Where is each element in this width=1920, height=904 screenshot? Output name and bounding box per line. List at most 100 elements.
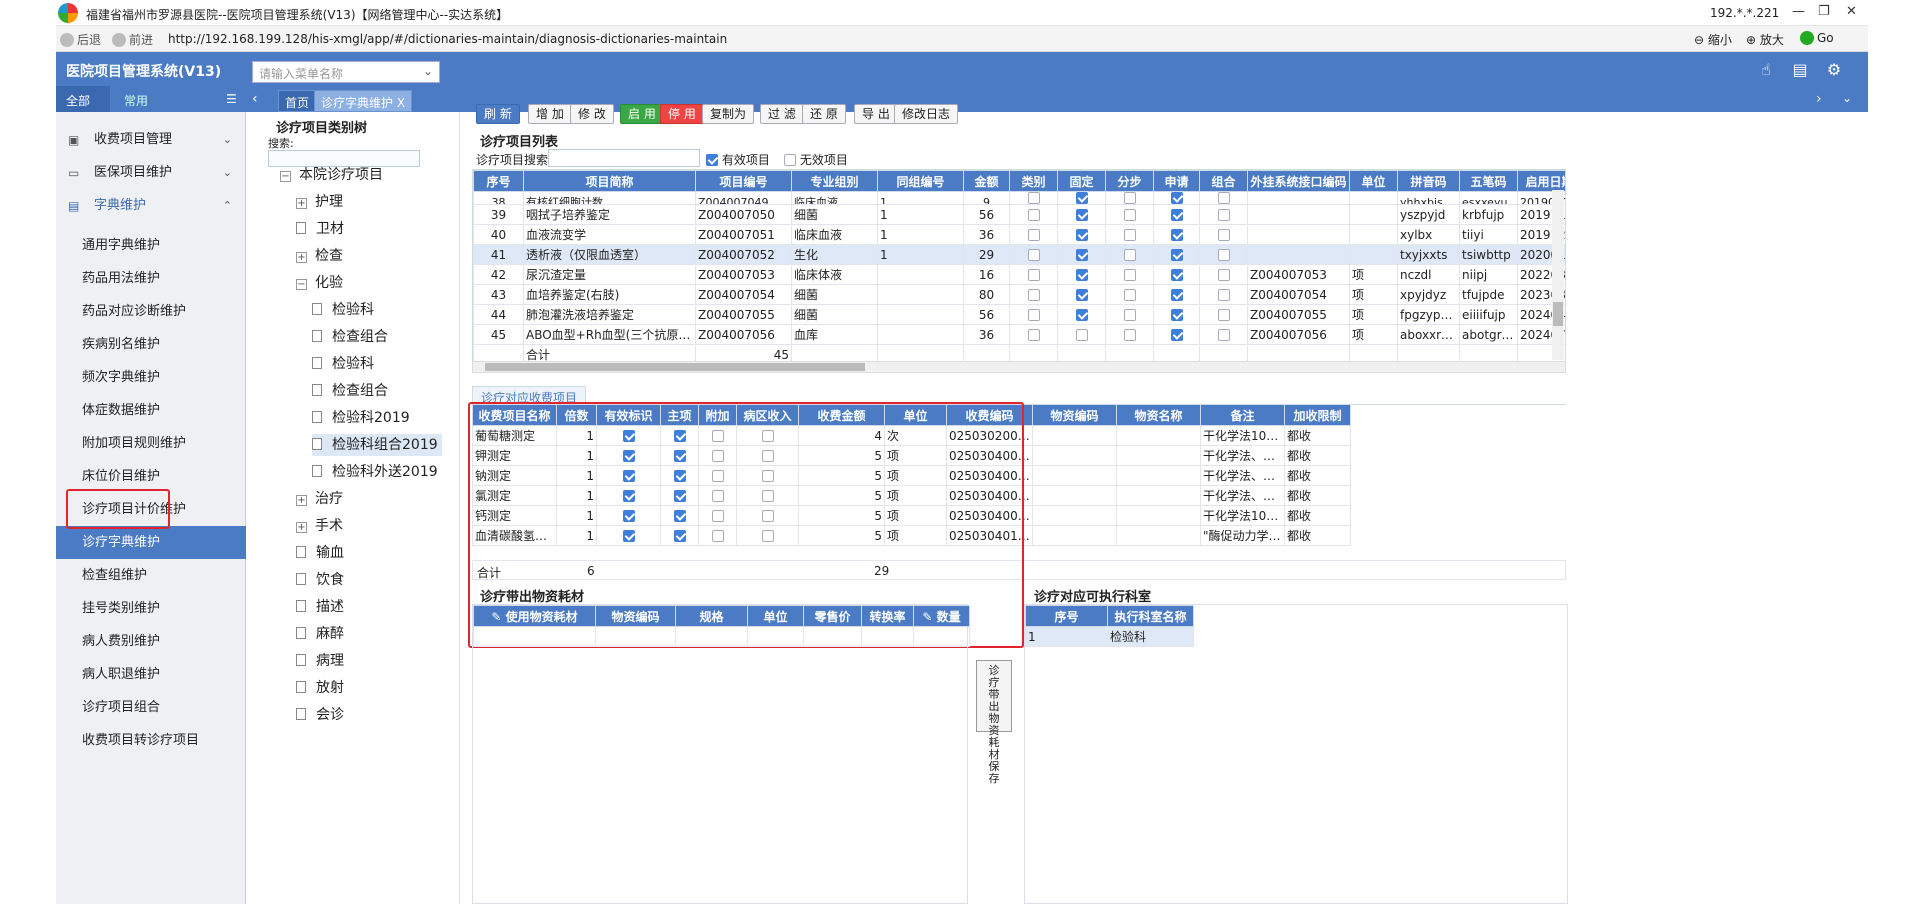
column-header[interactable]: 固定 [1057, 170, 1106, 192]
expand-icon[interactable]: + [296, 522, 307, 533]
forward-button[interactable]: 前进 [112, 31, 153, 48]
sidebar-item[interactable]: 疾病别名维护 [56, 328, 246, 361]
column-header[interactable]: 加收限制 [1284, 404, 1351, 426]
collapse-icon[interactable]: − [296, 279, 307, 290]
apply-cell[interactable] [1153, 324, 1200, 345]
fixed-cell[interactable] [1057, 304, 1106, 325]
apply-cell[interactable] [1153, 304, 1200, 325]
category-checkbox[interactable] [1027, 228, 1040, 241]
apply-checkbox[interactable] [1170, 192, 1183, 204]
apply-cell[interactable] [1153, 224, 1200, 245]
sidebar-item[interactable]: 检查组维护 [56, 559, 246, 592]
combo-cell[interactable] [1199, 224, 1248, 245]
tab-diagnosis-dict[interactable]: 诊疗字典维护 X [314, 90, 413, 112]
column-header[interactable]: 转换率 [861, 605, 914, 627]
fixed-cell[interactable] [1057, 204, 1106, 225]
column-header[interactable]: 项目编号 [695, 170, 792, 192]
column-header[interactable]: 申请 [1153, 170, 1200, 192]
step-checkbox[interactable] [1123, 228, 1136, 241]
table-row[interactable]: 45ABO血型+Rh血型(三个抗原）(微柱...Z004007056血库36Z0… [473, 324, 1565, 345]
tree-node[interactable]: 病理 [296, 650, 348, 672]
combo-cell[interactable] [1199, 284, 1248, 305]
step-checkbox[interactable] [1123, 208, 1136, 221]
tree-node[interactable]: 描述 [296, 596, 348, 618]
category-cell[interactable] [1009, 304, 1058, 325]
disable-button[interactable]: 停 用 [660, 104, 704, 124]
column-header[interactable]: 物资编码 [1032, 404, 1117, 426]
sidebar-group-dict[interactable]: ▤ 字典维护 ⌃ [56, 190, 246, 222]
category-checkbox[interactable] [1027, 208, 1040, 221]
sidebar-item[interactable]: 体症数据维护 [56, 394, 246, 427]
table-row[interactable]: 38 有核红细胞计数 Z004007049 临床血液 1 9 yhhxbjs esxxeyu 2… [473, 191, 1565, 205]
combo-checkbox[interactable] [1217, 192, 1230, 204]
item-vscroll[interactable] [1552, 190, 1564, 360]
combo-cell[interactable] [1199, 244, 1248, 265]
refresh-button[interactable]: 刷 新 [476, 104, 520, 124]
combo-checkbox[interactable] [1217, 328, 1230, 341]
table-row[interactable]: 42 尿沉渣定量 Z004007053 临床体液 16 Z004007053 项 nczdl n… [473, 264, 1565, 285]
fixed-cell[interactable] [1057, 224, 1106, 245]
combo-checkbox[interactable] [1217, 248, 1230, 261]
column-header[interactable]: 单位 [747, 605, 804, 627]
sidebar-toggle-icon[interactable]: ☰ [226, 92, 237, 106]
apply-cell[interactable] [1153, 284, 1200, 305]
combo-checkbox[interactable] [1217, 308, 1230, 321]
column-header[interactable]: 组合 [1199, 170, 1248, 192]
step-checkbox[interactable] [1123, 268, 1136, 281]
fixed-checkbox[interactable] [1075, 308, 1088, 321]
tree-node[interactable]: 检查组合 [312, 380, 392, 402]
column-header[interactable]: 规格 [675, 605, 748, 627]
category-cell[interactable] [1009, 264, 1058, 285]
zoom-out-button[interactable]: ⊖ 缩小 [1694, 31, 1732, 48]
item-vscroll-thumb[interactable] [1553, 302, 1563, 326]
tree-node[interactable]: + 治疗 [296, 488, 347, 510]
combo-checkbox[interactable] [1217, 208, 1230, 221]
sidebar-item[interactable]: 药品对应诊断维护 [56, 295, 246, 328]
fixed-checkbox[interactable] [1075, 288, 1088, 301]
step-checkbox[interactable] [1123, 248, 1136, 261]
sidebar-group-insurance[interactable]: ▭ 医保项目维护 ⌄ [56, 157, 246, 189]
tree-node[interactable]: 检验科外送2019 [312, 461, 442, 483]
column-header[interactable]: 同组编号 [877, 170, 964, 192]
add-button[interactable]: 增 加 [528, 104, 572, 124]
url-field[interactable]: http://192.168.199.128/his-xmgl/app/#/di… [168, 32, 727, 46]
valid-checkbox[interactable] [706, 154, 718, 166]
step-checkbox[interactable] [1123, 288, 1136, 301]
invalid-checkbox[interactable] [784, 154, 796, 166]
column-header[interactable]: 五笔码 [1459, 170, 1518, 192]
step-cell[interactable] [1105, 324, 1154, 345]
filter-button[interactable]: 过 滤 [760, 104, 804, 124]
column-header[interactable]: 序号 [473, 170, 524, 192]
back-button[interactable]: 后退 [60, 31, 101, 48]
fixed-checkbox[interactable] [1075, 328, 1088, 341]
apply-checkbox[interactable] [1170, 268, 1183, 281]
combo-cell[interactable] [1199, 324, 1248, 345]
apply-cell[interactable] [1153, 204, 1200, 225]
fixed-checkbox[interactable] [1075, 268, 1088, 281]
tree-node[interactable]: 麻醉 [296, 623, 348, 645]
menu-search-input[interactable]: 请输入菜单名称 ⌄ [252, 61, 440, 83]
tree-node[interactable]: + 检查 [296, 245, 347, 267]
column-header[interactable]: 分步 [1105, 170, 1154, 192]
column-header[interactable]: 物资编码 [595, 605, 676, 627]
category-checkbox[interactable] [1027, 248, 1040, 261]
gear-icon[interactable]: ⚙ [1824, 60, 1844, 80]
tree-node[interactable]: 检验科 [312, 299, 378, 321]
fixed-cell[interactable] [1057, 324, 1106, 345]
combo-checkbox[interactable] [1217, 288, 1230, 301]
notes-icon[interactable]: ▤ [1790, 60, 1810, 80]
combo-cell[interactable] [1199, 264, 1248, 285]
category-cell[interactable] [1009, 324, 1058, 345]
table-row[interactable]: 1 检验科 [1025, 626, 1194, 647]
column-header[interactable]: 启用日期 [1517, 170, 1565, 192]
sidebar-item[interactable]: 挂号类别维护 [56, 592, 246, 625]
category-cell[interactable] [1009, 224, 1058, 245]
tree-node[interactable]: + 护理 [296, 191, 347, 213]
item-hscroll-thumb[interactable] [485, 363, 865, 371]
column-header[interactable]: ✎ 数量 [913, 605, 970, 627]
apply-cell[interactable] [1153, 264, 1200, 285]
apply-checkbox[interactable] [1170, 208, 1183, 221]
step-cell[interactable] [1105, 264, 1154, 285]
category-checkbox[interactable] [1027, 308, 1040, 321]
material-save-button[interactable]: 诊疗带出物资耗材保存 [976, 660, 1012, 785]
